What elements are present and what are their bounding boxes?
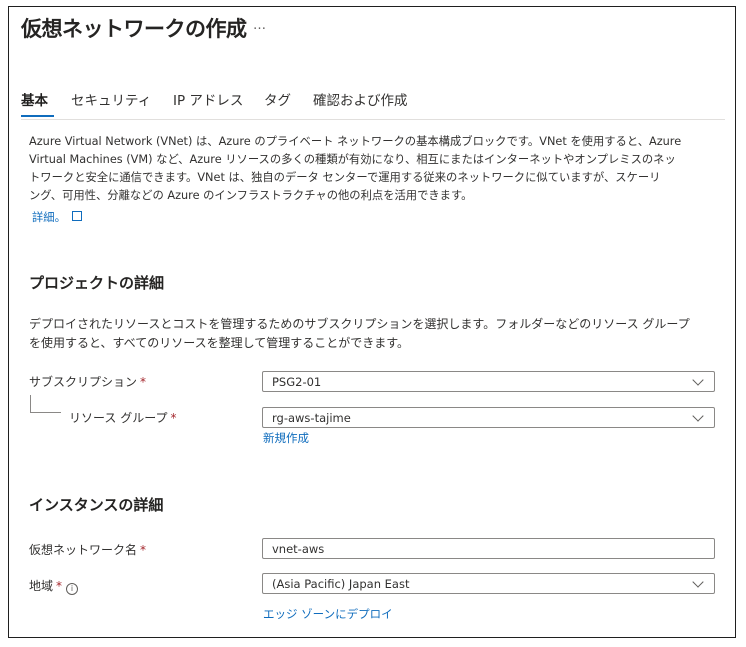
tab-basics[interactable]: 基本 <box>21 89 48 109</box>
resource-group-value: rg-aws-tajime <box>272 411 351 425</box>
tab-security[interactable]: セキュリティ <box>71 89 151 109</box>
chevron-down-icon <box>692 576 704 588</box>
create-new-resource-group-link[interactable]: 新規作成 <box>263 430 309 446</box>
region-dropdown[interactable]: (Asia Pacific) Japan East <box>262 573 715 594</box>
tab-ip-addresses[interactable]: IP アドレス <box>173 89 243 109</box>
resource-group-dropdown[interactable]: rg-aws-tajime <box>262 407 715 428</box>
region-label: 地域 * i <box>29 577 79 595</box>
vnet-name-label-text: 仮想ネットワーク名 <box>29 543 138 557</box>
resource-group-label: リソース グループ * <box>69 409 177 426</box>
project-details-description: デプロイされたリソースとコストを管理するためのサブスクリプションを選択します。フ… <box>29 317 690 350</box>
tab-review-create[interactable]: 確認および作成 <box>313 89 408 109</box>
instance-details-heading: インスタンスの詳細 <box>29 496 164 514</box>
required-marker: * <box>170 411 177 425</box>
intro-text: Azure Virtual Network (VNet) は、Azure のプラ… <box>29 135 682 202</box>
chevron-down-icon <box>692 410 704 422</box>
external-link-icon <box>71 211 82 221</box>
create-vnet-panel: 仮想ネットワークの作成 … 基本 セキュリティ IP アドレス タグ 確認および… <box>8 6 736 638</box>
subscription-label: サブスクリプション * <box>29 373 146 390</box>
vnet-name-value: vnet-aws <box>272 542 325 556</box>
active-tab-indicator <box>21 115 54 117</box>
subscription-value: PSG2-01 <box>272 375 322 389</box>
region-value: (Asia Pacific) Japan East <box>272 577 410 591</box>
deploy-to-edge-zone-link[interactable]: エッジ ゾーンにデプロイ <box>263 606 393 622</box>
required-marker: * <box>140 375 147 389</box>
subscription-label-text: サブスクリプション <box>29 375 138 389</box>
subscription-dropdown[interactable]: PSG2-01 <box>262 371 715 392</box>
learn-more-link[interactable]: 詳細。 <box>32 209 82 225</box>
vnet-name-label: 仮想ネットワーク名 * <box>29 541 146 558</box>
tab-tags[interactable]: タグ <box>264 89 291 109</box>
chevron-down-icon <box>692 374 704 386</box>
page-title: 仮想ネットワークの作成 <box>21 17 247 41</box>
region-label-text: 地域 <box>29 579 54 593</box>
more-options-icon[interactable]: … <box>253 18 266 33</box>
tab-divider <box>21 119 725 120</box>
required-marker: * <box>140 543 147 557</box>
required-marker: * <box>56 579 63 593</box>
tree-connector-horizontal <box>30 412 61 413</box>
vnet-name-input[interactable]: vnet-aws <box>262 538 715 559</box>
tree-connector-vertical <box>30 395 31 412</box>
project-details-heading: プロジェクトの詳細 <box>29 274 165 292</box>
learn-more-label[interactable]: 詳細。 <box>32 211 66 224</box>
resource-group-label-text: リソース グループ <box>69 411 168 425</box>
info-icon[interactable]: i <box>66 583 79 595</box>
